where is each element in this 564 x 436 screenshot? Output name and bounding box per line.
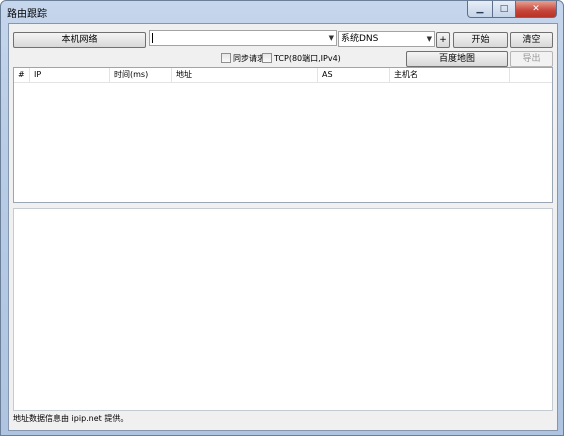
tcp-label: TCP(80端口,IPv4)	[274, 53, 341, 63]
column-header-as[interactable]: AS	[318, 68, 390, 82]
checkbox-box[interactable]	[221, 53, 231, 63]
chevron-down-icon[interactable]: ▼	[427, 32, 432, 46]
status-bar-text: 地址数据信息由 ipip.net 提供。	[13, 414, 129, 423]
column-header-extra[interactable]	[510, 68, 552, 82]
window-controls: ▁ □ ✕	[467, 1, 557, 19]
dns-selected-value: 系统DNS	[341, 34, 379, 44]
title-bar[interactable]: 路由跟踪 ▁ □ ✕	[1, 1, 563, 23]
tcp-checkbox[interactable]: TCP(80端口,IPv4)	[262, 52, 341, 64]
sync-request-checkbox[interactable]: 同步请求	[221, 52, 265, 64]
minimize-button[interactable]: ▁	[467, 1, 493, 18]
sync-request-label: 同步请求	[233, 53, 265, 63]
export-button[interactable]: 导出	[510, 51, 553, 67]
start-button[interactable]: 开始	[453, 32, 508, 48]
column-header-time[interactable]: 时间(ms)	[110, 68, 172, 82]
maximize-icon: □	[499, 4, 509, 14]
detail-panel[interactable]	[13, 208, 553, 411]
column-header-ip[interactable]: IP	[30, 68, 110, 82]
clear-button[interactable]: 清空	[510, 32, 553, 48]
close-button[interactable]: ✕	[516, 1, 557, 18]
dns-select[interactable]: 系统DNS ▼	[338, 31, 435, 47]
baidu-map-button[interactable]: 百度地图	[406, 51, 508, 67]
add-dns-button[interactable]: +	[436, 32, 450, 48]
close-icon: ✕	[532, 4, 540, 14]
trace-results-table[interactable]: # IP 时间(ms) 地址 AS 主机名	[13, 67, 553, 203]
local-network-button[interactable]: 本机网络	[13, 32, 146, 48]
traceroute-window: 路由跟踪 ▁ □ ✕ 本机网络 ▼ 系统DNS ▼ + 开始 清空 同步请求 T…	[0, 0, 564, 436]
target-host-combobox[interactable]: ▼	[149, 30, 337, 46]
maximize-button[interactable]: □	[493, 1, 516, 18]
minimize-icon: ▁	[476, 4, 484, 14]
checkbox-box[interactable]	[262, 53, 272, 63]
chevron-down-icon[interactable]: ▼	[329, 31, 334, 45]
column-header-address[interactable]: 地址	[172, 68, 318, 82]
column-header-index[interactable]: #	[14, 68, 30, 82]
client-area: 本机网络 ▼ 系统DNS ▼ + 开始 清空 同步请求 TCP(80端口,IPv…	[8, 23, 558, 431]
window-title: 路由跟踪	[7, 9, 47, 20]
text-cursor	[152, 33, 153, 43]
table-header: # IP 时间(ms) 地址 AS 主机名	[14, 68, 552, 83]
column-header-hostname[interactable]: 主机名	[390, 68, 510, 82]
